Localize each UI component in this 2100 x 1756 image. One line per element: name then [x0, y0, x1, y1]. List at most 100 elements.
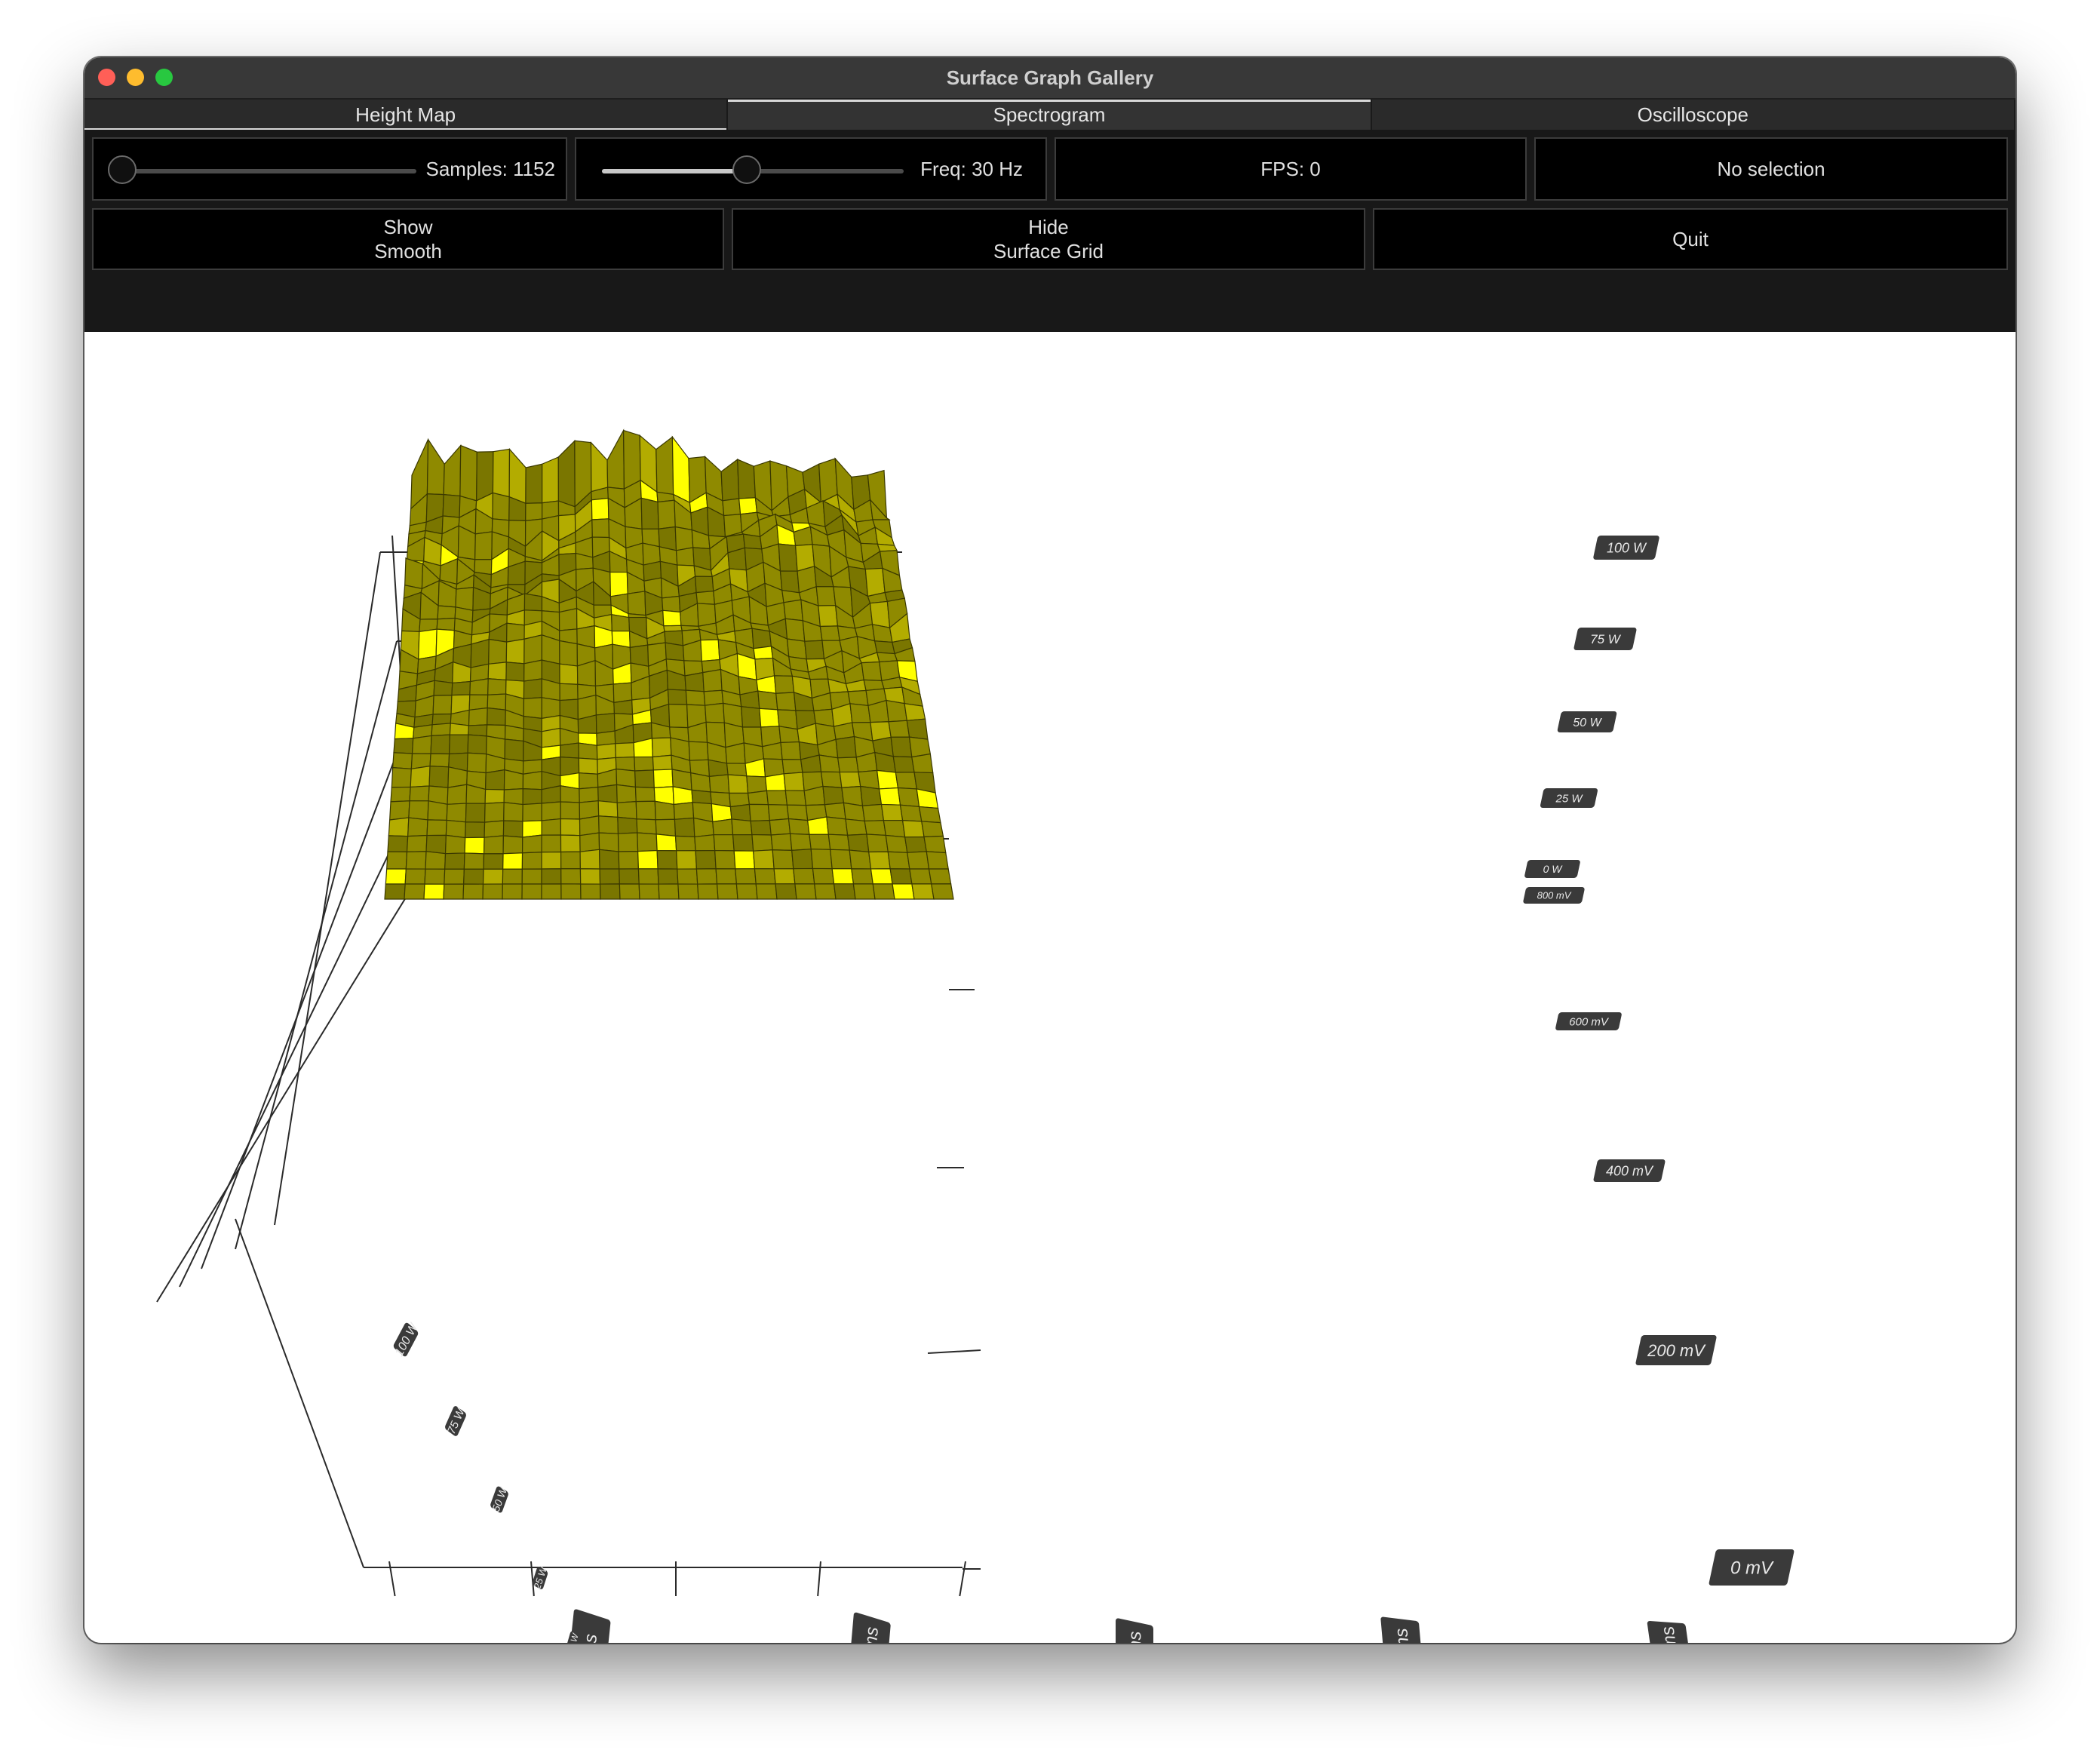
- surface-cell[interactable]: [487, 662, 507, 681]
- surface-cell[interactable]: [696, 603, 717, 627]
- surface-cell[interactable]: [873, 640, 895, 655]
- surface-cell[interactable]: [424, 868, 446, 885]
- surface-cell[interactable]: [596, 730, 616, 746]
- surface-cell[interactable]: [866, 833, 889, 853]
- surface-cell[interactable]: [580, 883, 601, 900]
- surface-cell[interactable]: [926, 851, 949, 870]
- surface-cell[interactable]: [753, 849, 775, 870]
- surface-cell[interactable]: [655, 818, 677, 837]
- surface-cell[interactable]: [889, 868, 913, 885]
- tab-oscilloscope[interactable]: Oscilloscope: [1372, 100, 2016, 130]
- surface-cell[interactable]: [918, 806, 941, 824]
- surface-cell[interactable]: [753, 646, 774, 660]
- surface-cell[interactable]: [558, 607, 578, 631]
- surface-cell[interactable]: [523, 659, 542, 682]
- surface-cell[interactable]: [860, 785, 883, 806]
- surface-cell[interactable]: [503, 802, 523, 822]
- surface-cell[interactable]: [769, 818, 791, 836]
- surface-cell[interactable]: [523, 634, 543, 665]
- surface-cell[interactable]: [651, 737, 672, 758]
- surface-cell[interactable]: [672, 786, 693, 806]
- surface-cell[interactable]: [444, 868, 465, 885]
- surface-cell[interactable]: [714, 849, 736, 870]
- surface-cell[interactable]: [404, 557, 424, 590]
- surface-cell[interactable]: [839, 771, 861, 788]
- surface-cell[interactable]: [557, 439, 576, 508]
- surface-cell[interactable]: [488, 638, 508, 665]
- surface-cell[interactable]: [598, 849, 620, 870]
- surface-cell[interactable]: [437, 605, 456, 620]
- surface-cell[interactable]: [503, 787, 523, 806]
- surface-plot[interactable]: [384, 428, 954, 900]
- surface-cell[interactable]: [770, 833, 793, 851]
- surface-cell[interactable]: [560, 818, 581, 837]
- surface-cell[interactable]: [677, 868, 698, 885]
- surface-cell[interactable]: [391, 766, 412, 788]
- surface-cell[interactable]: [773, 868, 796, 885]
- surface-cell[interactable]: [690, 772, 711, 793]
- surface-cell[interactable]: [448, 734, 469, 755]
- surface-cell[interactable]: [392, 752, 413, 769]
- surface-cell[interactable]: [767, 804, 790, 821]
- surface-cell[interactable]: [887, 851, 910, 870]
- surface-cell[interactable]: [385, 868, 407, 885]
- surface-cell[interactable]: [636, 818, 657, 835]
- surface-cell[interactable]: [786, 638, 807, 660]
- surface-cell[interactable]: [827, 833, 850, 851]
- surface-cell[interactable]: [818, 605, 839, 628]
- surface-cell[interactable]: [595, 713, 616, 734]
- surface-cell[interactable]: [695, 868, 718, 885]
- surface-cell[interactable]: [883, 820, 906, 838]
- surface-cell[interactable]: [470, 638, 490, 668]
- surface-cell[interactable]: [443, 444, 462, 497]
- surface-cell[interactable]: [904, 836, 927, 853]
- surface-cell[interactable]: [655, 833, 677, 852]
- surface-cell[interactable]: [921, 821, 944, 838]
- surface-cell[interactable]: [759, 708, 780, 728]
- surface-cell[interactable]: [617, 832, 639, 852]
- surface-cell[interactable]: [405, 851, 427, 870]
- surface-cell[interactable]: [880, 803, 904, 821]
- surface-cell[interactable]: [468, 707, 488, 726]
- surface-cell[interactable]: [560, 851, 582, 870]
- surface-cell[interactable]: [861, 803, 885, 822]
- surface-cell[interactable]: [591, 518, 610, 539]
- surface-cell[interactable]: [814, 883, 837, 900]
- surface-cell[interactable]: [789, 833, 812, 851]
- tab-height-map[interactable]: Height Map: [84, 100, 729, 130]
- surface-cell[interactable]: [525, 502, 543, 522]
- surface-cell[interactable]: [523, 697, 542, 720]
- surface-cell[interactable]: [748, 803, 770, 822]
- surface-cell[interactable]: [773, 675, 795, 694]
- surface-cell[interactable]: [459, 444, 477, 502]
- surface-cell[interactable]: [815, 586, 837, 606]
- surface-cell[interactable]: [931, 883, 954, 900]
- surface-cell[interactable]: [444, 852, 465, 870]
- surface-cell[interactable]: [418, 628, 438, 660]
- surface-cell[interactable]: [634, 786, 655, 803]
- surface-cell[interactable]: [431, 723, 451, 737]
- surface-cell[interactable]: [451, 680, 471, 696]
- surface-cell[interactable]: [541, 801, 561, 821]
- surface-cell[interactable]: [720, 458, 740, 502]
- surface-cell[interactable]: [712, 818, 734, 836]
- surface-cell[interactable]: [878, 787, 901, 806]
- surface-cell[interactable]: [695, 849, 717, 870]
- surface-cell[interactable]: [484, 788, 505, 804]
- surface-cell[interactable]: [449, 723, 470, 735]
- surface-cell[interactable]: [906, 718, 929, 740]
- surface-cell[interactable]: [560, 868, 582, 885]
- surface-cell[interactable]: [754, 868, 776, 885]
- surface-cell[interactable]: [579, 868, 601, 885]
- surface-cell[interactable]: [907, 851, 930, 870]
- surface-cell[interactable]: [487, 707, 506, 726]
- surface-cell[interactable]: [619, 883, 640, 900]
- surface-cell[interactable]: [483, 853, 504, 870]
- surface-cell[interactable]: [492, 492, 510, 521]
- surface-cell[interactable]: [443, 883, 465, 900]
- surface-cell[interactable]: [833, 883, 856, 900]
- samples-slider-handle[interactable]: [108, 155, 137, 184]
- surface-cell[interactable]: [598, 815, 619, 834]
- surface-cell[interactable]: [708, 774, 730, 794]
- surface-cell[interactable]: [722, 498, 741, 517]
